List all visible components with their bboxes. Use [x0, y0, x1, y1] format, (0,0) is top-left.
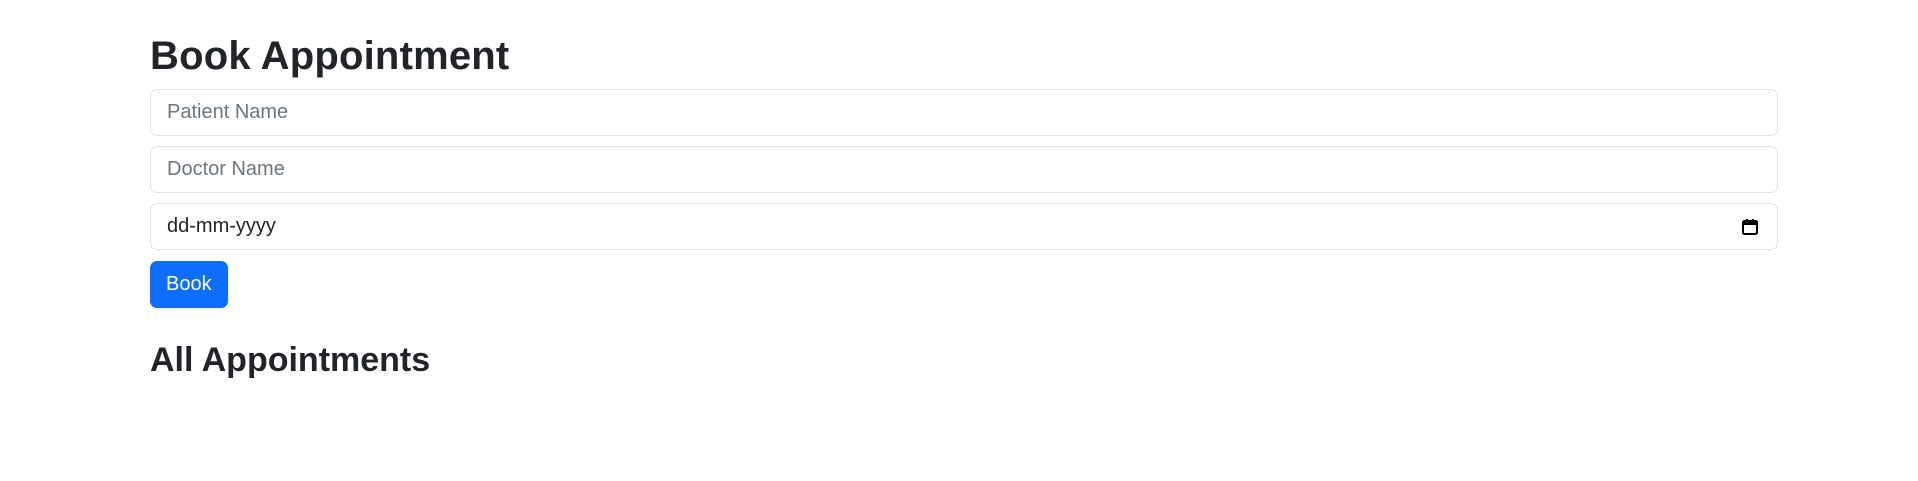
doctor-name-input[interactable]: Doctor Name: [150, 146, 1778, 193]
doctor-name-placeholder: Doctor Name: [167, 158, 285, 180]
all-appointments-title: All Appointments: [150, 341, 431, 379]
page-title: Book Appointment: [150, 34, 510, 78]
date-value: dd-mm-yyyy: [167, 215, 276, 237]
book-button[interactable]: Book: [150, 261, 228, 308]
patient-name-input[interactable]: Patient Name: [150, 89, 1778, 136]
date-input[interactable]: dd-mm-yyyy: [150, 203, 1778, 250]
appointment-container: Book Appointment Patient Name Doctor Nam…: [150, 30, 1778, 382]
patient-name-placeholder: Patient Name: [167, 101, 289, 123]
calendar-icon[interactable]: [1739, 216, 1761, 238]
